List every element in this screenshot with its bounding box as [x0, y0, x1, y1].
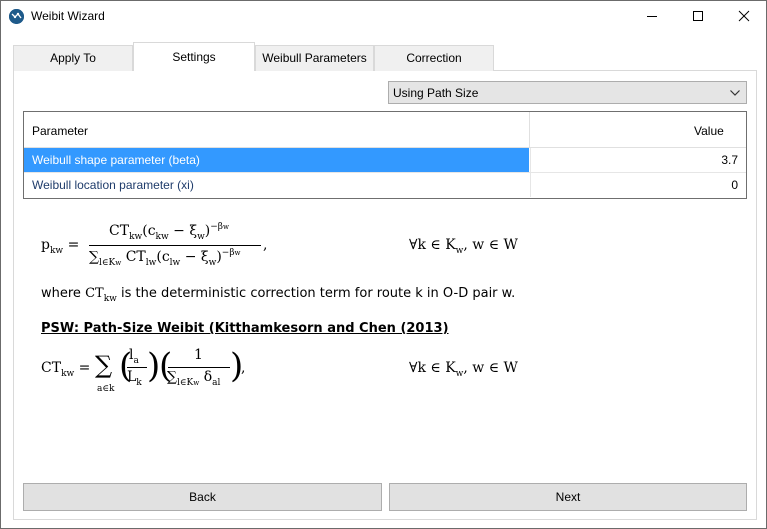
column-divider[interactable]: [529, 112, 530, 148]
next-button[interactable]: Next: [389, 483, 747, 511]
close-button[interactable]: [721, 1, 767, 31]
title-bar[interactable]: Weibit Wizard: [1, 1, 766, 31]
back-button[interactable]: Back: [23, 483, 382, 511]
eq2-condition: ∀k ∈ Kw, w ∈ W: [409, 360, 518, 379]
tab-apply-to[interactable]: Apply To: [13, 45, 133, 71]
minimize-button[interactable]: [629, 1, 675, 31]
tab-weibull-parameters[interactable]: Weibull Parameters: [255, 45, 374, 71]
parameter-value-cell[interactable]: 3.7: [530, 148, 746, 172]
tab-correction[interactable]: Correction: [374, 45, 494, 71]
eq1-condition: ∀k ∈ Kw, w ∈ W: [409, 237, 518, 256]
table-row[interactable]: Weibull location parameter (xi) 0: [24, 173, 746, 198]
weibit-wizard-window: Weibit Wizard Apply To Settings Weibull …: [0, 0, 767, 529]
parameter-name-cell[interactable]: Weibull location parameter (xi): [24, 173, 529, 197]
window-title: Weibit Wizard: [31, 9, 105, 23]
parameter-value-cell[interactable]: 0: [530, 173, 746, 197]
correction-type-dropdown[interactable]: Using Path Size: [388, 81, 747, 104]
psw-heading: PSW: Path-Size Weibit (Kitthamkesorn and…: [41, 321, 449, 336]
chevron-down-icon: [730, 90, 740, 96]
parameter-table[interactable]: Parameter Value Weibull shape parameter …: [23, 111, 747, 199]
dropdown-selected-value: Using Path Size: [393, 86, 479, 100]
parameter-name-cell[interactable]: Weibull shape parameter (beta): [24, 148, 529, 172]
tab-bar: Apply To Settings Weibull Parameters Cor…: [13, 42, 757, 71]
column-header-value[interactable]: Value: [694, 124, 724, 138]
table-row[interactable]: Weibull shape parameter (beta) 3.7: [24, 148, 746, 173]
tab-settings[interactable]: Settings: [133, 42, 255, 71]
table-header: Parameter Value: [24, 112, 746, 148]
weibit-app-icon: [9, 9, 24, 24]
maximize-button[interactable]: [675, 1, 721, 31]
column-header-parameter[interactable]: Parameter: [32, 124, 88, 138]
correction-term-description: where CTkw is the deterministic correcti…: [41, 286, 516, 304]
